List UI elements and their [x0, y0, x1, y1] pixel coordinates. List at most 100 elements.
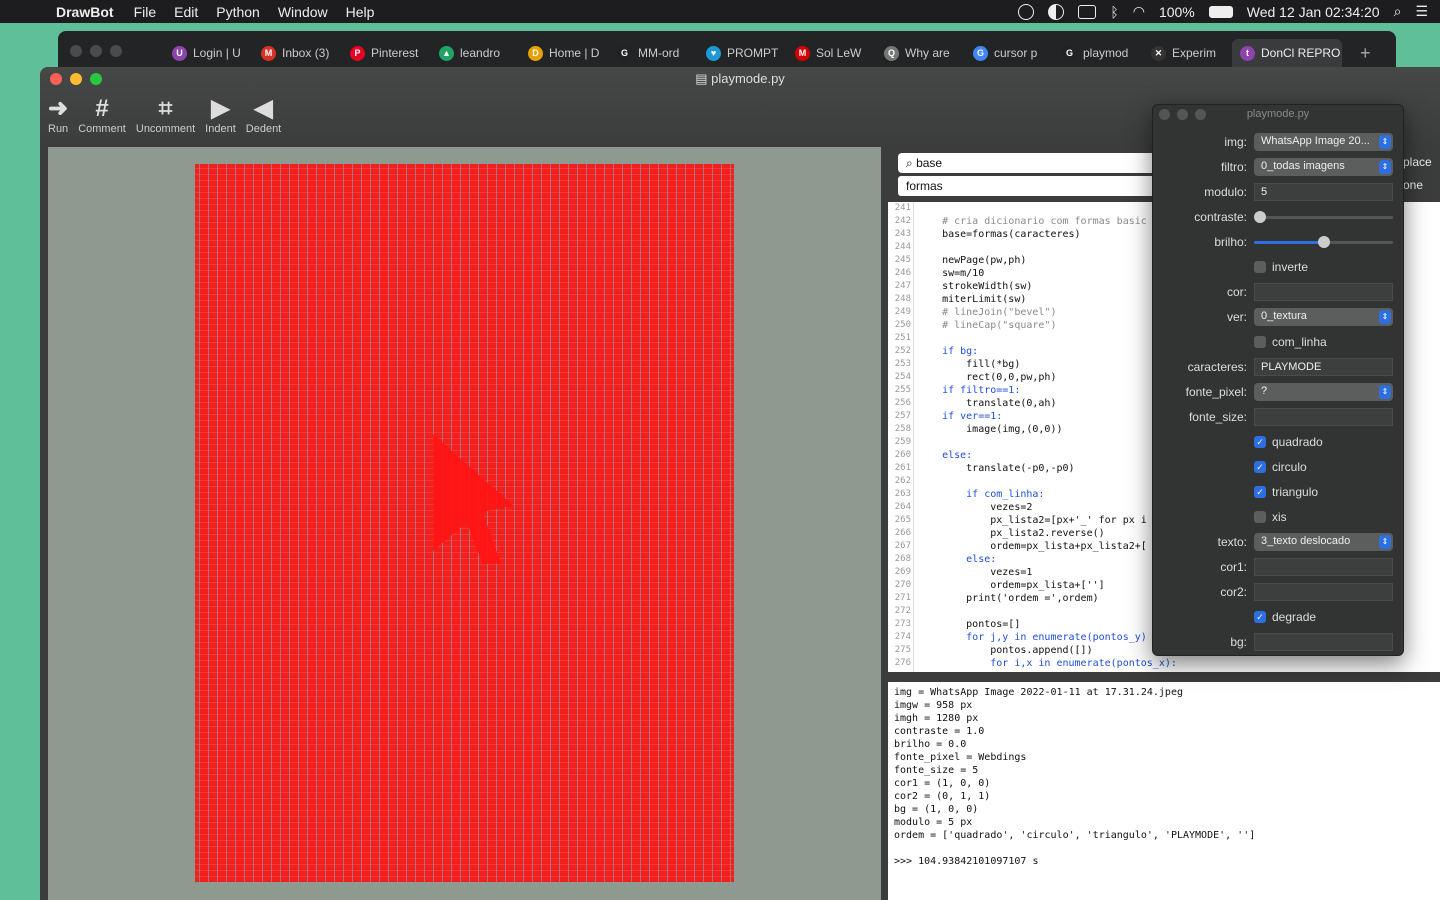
ver-popup[interactable]: 0_textura ⇕ — [1254, 308, 1393, 326]
keyboard-icon[interactable] — [1078, 4, 1097, 19]
menu-window[interactable]: Window — [278, 4, 328, 20]
line-number: 248 — [894, 294, 911, 304]
slider-knob[interactable] — [1317, 236, 1330, 248]
bluetooth-icon[interactable]: ᛒ — [1110, 4, 1118, 20]
menu-edit[interactable]: Edit — [174, 4, 198, 20]
tab-favicon-icon: t — [1240, 45, 1255, 61]
texto-popup[interactable]: 3_texto deslocado ⇕ — [1254, 533, 1393, 551]
browser-tab[interactable]: ▲ leandro — [431, 39, 520, 67]
tab-favicon-icon: ✕ — [1151, 45, 1166, 61]
inverte-checkbox[interactable]: inverte — [1254, 258, 1393, 276]
browser-close[interactable] — [70, 45, 82, 57]
menu-help[interactable]: Help — [346, 4, 375, 20]
spotlight-search-icon[interactable]: ⌕ — [1394, 3, 1402, 20]
browser-tab[interactable]: tDonCl REPRO✕ — [1232, 39, 1342, 67]
tab-label: Inbox (3) — [282, 46, 330, 60]
browser-tab[interactable]: U Login | U — [164, 39, 253, 67]
degrade-checkbox[interactable]: ✓ degrade — [1254, 608, 1393, 626]
tab-label: Why are — [905, 46, 950, 60]
variables-panel: playmode.py img: WhatsApp Image 20... ⇕ fi… — [1152, 104, 1404, 656]
console-line: brilho = 0.0 — [894, 739, 967, 750]
code-text: strokeWidth(sw) — [918, 281, 1033, 292]
cor2-label: cor2: — [1220, 585, 1247, 599]
dedent-button[interactable]: ◀ Dedent — [246, 95, 281, 135]
browser-tab[interactable]: D Home | D — [520, 39, 609, 67]
wifi-icon[interactable]: ◠ — [1133, 3, 1145, 20]
browser-tab[interactable]: M Inbox (3) — [253, 39, 342, 67]
browser-tab[interactable]: M Sol LeW — [787, 39, 876, 67]
browser-zoom[interactable] — [110, 45, 122, 57]
done-button[interactable]: one — [1403, 178, 1423, 192]
quadrado-checkbox[interactable]: ✓ quadrado — [1254, 433, 1393, 451]
row-circulo: ✓ circulo — [1153, 457, 1403, 477]
indent-button[interactable]: ▶ Indent — [205, 95, 236, 135]
circulo-checkbox[interactable]: ✓ circulo — [1254, 458, 1393, 476]
ver-label: ver: — [1226, 310, 1247, 324]
control-center-icon[interactable]: ☰ — [1415, 3, 1428, 20]
popup-arrows-icon: ⇕ — [1379, 310, 1391, 324]
bg-field[interactable] — [1254, 633, 1393, 651]
fonte-pixel-label: fonte_pixel: — [1185, 385, 1247, 399]
line-number: 245 — [894, 255, 911, 265]
browser-tab[interactable]: ♥ PROMPT — [698, 39, 787, 67]
creative-cloud-icon[interactable] — [1018, 3, 1035, 20]
browser-tab[interactable]: ✕ Experim — [1143, 39, 1232, 67]
battery-percent[interactable]: 100% — [1159, 4, 1195, 20]
modulo-field[interactable]: 5 — [1254, 183, 1393, 201]
cor1-label: cor1: — [1220, 560, 1247, 574]
line-number: 253 — [894, 359, 911, 369]
replace-button[interactable]: place — [1403, 155, 1432, 169]
img-popup[interactable]: WhatsApp Image 20... ⇕ — [1254, 133, 1393, 151]
browser-tab[interactable]: P Pinterest — [342, 39, 431, 67]
brilho-slider[interactable] — [1254, 233, 1393, 251]
output-console[interactable]: img = WhatsApp Image 2022-01-11 at 17.31… — [888, 682, 1440, 900]
browser-tab[interactable]: Gplaymod — [1054, 39, 1143, 67]
code-text: if filtro==1: — [918, 385, 1021, 396]
console-line: imgh = 1280 px — [894, 713, 979, 724]
console-line: cor1 = (1, 0, 0) — [894, 778, 991, 789]
menu-file[interactable]: File — [134, 4, 157, 20]
line-number: 262 — [894, 476, 911, 486]
tab-label: Home | D — [549, 46, 600, 60]
new-tab-icon[interactable]: + — [1360, 39, 1371, 67]
menu-python[interactable]: Python — [216, 4, 260, 20]
browser-tab[interactable]: G MM-ord — [609, 39, 698, 67]
code-text: for j,y in enumerate(pontos_y) — [918, 632, 1147, 643]
cor2-field[interactable] — [1254, 583, 1393, 601]
xis-checkbox[interactable]: xis — [1254, 508, 1393, 526]
fonte-pixel-popup[interactable]: ? ⇕ — [1254, 383, 1393, 401]
battery-icon[interactable] — [1208, 5, 1233, 18]
contraste-slider[interactable] — [1254, 208, 1393, 226]
popup-arrows-icon: ⇕ — [1379, 535, 1391, 549]
browser-minimize[interactable] — [90, 45, 102, 57]
fonte-size-label: fonte_size: — [1188, 410, 1247, 424]
triangulo-checkbox[interactable]: ✓ triangulo — [1254, 483, 1393, 501]
run-button[interactable]: ➜ Run — [48, 95, 68, 135]
brilho-label: brilho: — [1214, 235, 1247, 249]
code-text: ordem=px_lista+px_lista2+[ — [918, 541, 1147, 552]
search-icon: ⌕ — [906, 156, 917, 170]
comment-button[interactable]: # Comment — [78, 95, 126, 135]
line-number: 265 — [894, 515, 911, 525]
cor-field[interactable] — [1254, 283, 1393, 301]
code-text: ordem=px_lista+[''] — [918, 580, 1105, 591]
search-input[interactable]: ⌕ base — [898, 153, 1158, 173]
filtro-popup[interactable]: 0_todas imagens ⇕ — [1254, 158, 1393, 176]
slider-knob[interactable] — [1254, 211, 1266, 223]
cor1-field[interactable] — [1254, 558, 1393, 576]
cursor-arrow-shape — [433, 434, 513, 564]
replace-input[interactable]: formas — [898, 176, 1158, 196]
line-number: 244 — [894, 242, 911, 252]
fonte-size-field[interactable] — [1254, 408, 1393, 426]
caracteres-field[interactable]: PLAYMODE — [1254, 358, 1393, 376]
tab-favicon-icon: M — [795, 45, 810, 61]
dark-mode-icon[interactable] — [1048, 3, 1065, 20]
browser-tab[interactable]: Gcursor p — [965, 39, 1054, 67]
line-number: 254 — [894, 372, 911, 382]
drawing-canvas-area[interactable] — [48, 147, 881, 900]
app-menu[interactable]: DrawBot — [56, 4, 114, 20]
uncomment-button[interactable]: ⌗ Uncomment — [136, 95, 195, 135]
com-linha-checkbox[interactable]: com_linha — [1254, 333, 1393, 351]
clock[interactable]: Wed 12 Jan 02:34:20 — [1247, 4, 1380, 20]
browser-tab[interactable]: Q Why are — [876, 39, 965, 67]
